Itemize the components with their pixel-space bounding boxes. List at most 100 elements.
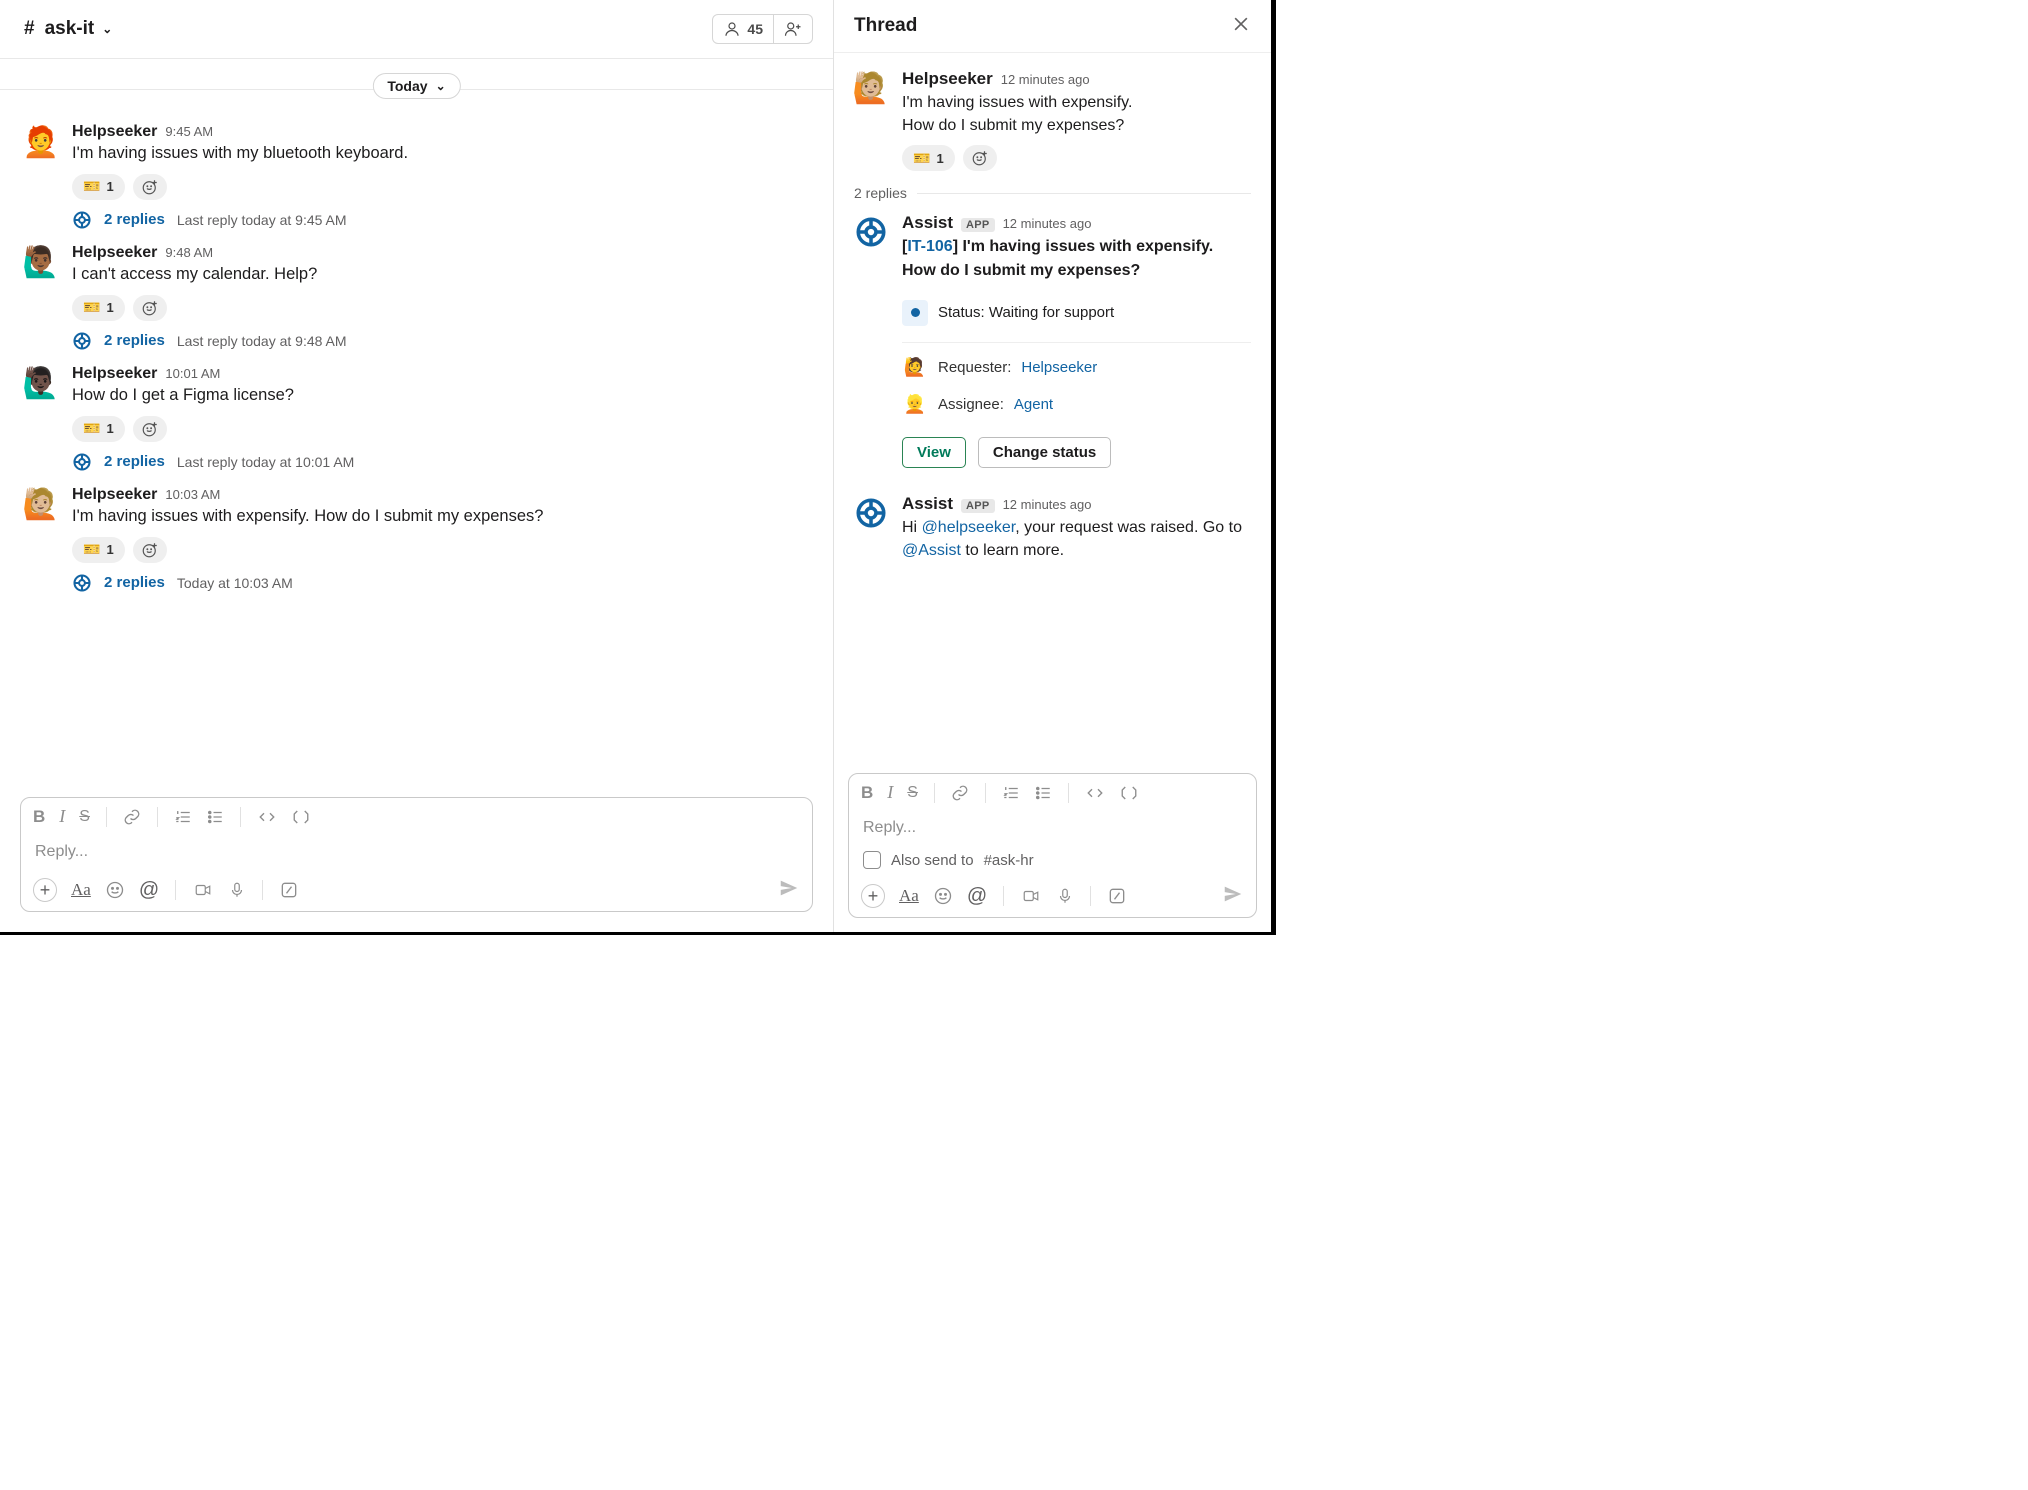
send-button[interactable] (778, 877, 800, 903)
message-time: 10:03 AM (165, 487, 220, 502)
emoji-button[interactable] (105, 880, 125, 900)
avatar[interactable]: 🧑‍🦰 (22, 123, 60, 161)
thread-user[interactable]: Helpseeker (902, 69, 993, 89)
message-text: I'm having issues with expensify. How do… (72, 505, 811, 529)
status-row: Status: Waiting for support (902, 292, 1251, 334)
message-user[interactable]: Helpseeker (72, 365, 157, 383)
bold-button[interactable]: B (33, 807, 45, 827)
thread-composer-input[interactable]: Reply... (849, 811, 1256, 845)
requester-link[interactable]: Helpseeker (1021, 359, 1097, 376)
format-toggle-button[interactable]: Aa (899, 886, 919, 906)
add-reaction-button[interactable] (963, 145, 997, 171)
mention-link[interactable]: @helpseeker (922, 519, 1016, 536)
replies-link[interactable]: 2 replies (104, 332, 165, 349)
requester-label: Requester: (938, 359, 1011, 376)
reaction-pill[interactable]: 🎫 1 (902, 145, 955, 171)
channel-name-button[interactable]: # ask-it ⌄ (24, 18, 112, 40)
thread-text: I'm having issues with expensify. How do… (902, 91, 1251, 137)
view-button[interactable]: View (902, 437, 966, 468)
reaction-pill[interactable]: 🎫 1 (72, 537, 125, 563)
reaction-count: 1 (106, 421, 113, 436)
send-button[interactable] (1222, 883, 1244, 909)
add-reaction-icon (971, 149, 989, 167)
mention-link[interactable]: @Assist (902, 542, 961, 559)
thread-pane: Thread 🙋🏼 Helpseeker 12 minutes ago I'm … (834, 0, 1271, 932)
ordered-list-button[interactable] (174, 808, 192, 826)
date-label: Today (387, 78, 427, 94)
avatar[interactable]: 🙋🏾‍♂️ (22, 244, 60, 282)
thread-reply: Assist APP 12 minutes ago [IT-106] I'm h… (834, 207, 1271, 475)
composer-input[interactable]: Reply... (21, 835, 812, 869)
thread-time: 12 minutes ago (1003, 497, 1092, 512)
shortcut-button[interactable] (1107, 886, 1127, 906)
ordered-list-button[interactable] (1002, 784, 1020, 802)
avatar[interactable]: 🙋🏿‍♂️ (22, 365, 60, 403)
strike-button[interactable]: S (907, 784, 918, 802)
message-user[interactable]: Helpseeker (72, 486, 157, 504)
code-button[interactable] (257, 808, 277, 826)
reaction-pill[interactable]: 🎫 1 (72, 295, 125, 321)
code-button[interactable] (1085, 784, 1105, 802)
emoji-button[interactable] (933, 886, 953, 906)
replies-link[interactable]: 2 replies (104, 453, 165, 470)
assist-avatar[interactable] (852, 213, 890, 251)
bullet-list-button[interactable] (206, 808, 224, 826)
replies-meta: Today at 10:03 AM (177, 575, 293, 591)
video-button[interactable] (192, 881, 214, 899)
add-reaction-button[interactable] (133, 416, 167, 442)
italic-button[interactable]: I (59, 806, 65, 827)
assignee-link[interactable]: Agent (1014, 396, 1053, 413)
date-divider[interactable]: Today ⌄ (372, 73, 460, 99)
message: 🙋🏼 Helpseeker 10:03 AM I'm having issues… (0, 476, 833, 597)
members-button[interactable]: 45 (712, 14, 774, 44)
hash-icon: # (24, 18, 35, 40)
thread-user[interactable]: Assist (902, 494, 953, 514)
reaction-pill[interactable]: 🎫 1 (72, 174, 125, 200)
ticket-link[interactable]: IT-106 (907, 238, 952, 255)
replies-meta: Last reply today at 10:01 AM (177, 454, 354, 470)
codeblock-button[interactable] (1119, 784, 1139, 802)
message-body: Helpseeker 9:45 AM I'm having issues wit… (72, 123, 811, 230)
link-button[interactable] (951, 784, 969, 802)
replies-count: 2 replies (854, 185, 907, 201)
avatar[interactable]: 🙋🏼 (22, 486, 60, 524)
change-status-button[interactable]: Change status (978, 437, 1111, 468)
assist-avatar[interactable] (852, 494, 890, 532)
italic-button[interactable]: I (887, 782, 893, 803)
add-reaction-icon (141, 178, 159, 196)
also-send-checkbox[interactable] (863, 851, 881, 869)
mention-button[interactable]: @ (139, 879, 159, 902)
close-button[interactable] (1231, 14, 1251, 38)
add-reaction-icon (141, 420, 159, 438)
thread-user[interactable]: Assist (902, 213, 953, 233)
mic-button[interactable] (228, 880, 246, 900)
format-toggle-button[interactable]: Aa (71, 880, 91, 900)
also-send-row: Also send to #ask-hr (849, 845, 1256, 875)
mention-button[interactable]: @ (967, 885, 987, 908)
replies-link[interactable]: 2 replies (104, 211, 165, 228)
video-button[interactable] (1020, 887, 1042, 905)
strike-button[interactable]: S (79, 808, 90, 826)
message-user[interactable]: Helpseeker (72, 244, 157, 262)
mic-button[interactable] (1056, 886, 1074, 906)
add-reaction-button[interactable] (133, 174, 167, 200)
status-dot-icon (902, 300, 928, 326)
separator (985, 783, 986, 803)
message-user[interactable]: Helpseeker (72, 123, 157, 141)
app-badge: APP (961, 499, 995, 513)
avatar[interactable]: 🙋🏼 (852, 69, 890, 107)
attach-button[interactable]: + (861, 884, 885, 908)
message-text: I can't access my calendar. Help? (72, 263, 811, 287)
shortcut-button[interactable] (279, 880, 299, 900)
attach-button[interactable]: + (33, 878, 57, 902)
thread-ring-icon (72, 331, 92, 351)
add-reaction-button[interactable] (133, 537, 167, 563)
reaction-pill[interactable]: 🎫 1 (72, 416, 125, 442)
codeblock-button[interactable] (291, 808, 311, 826)
add-reaction-button[interactable] (133, 295, 167, 321)
replies-link[interactable]: 2 replies (104, 574, 165, 591)
add-user-button[interactable] (774, 14, 813, 44)
bullet-list-button[interactable] (1034, 784, 1052, 802)
link-button[interactable] (123, 808, 141, 826)
bold-button[interactable]: B (861, 783, 873, 803)
